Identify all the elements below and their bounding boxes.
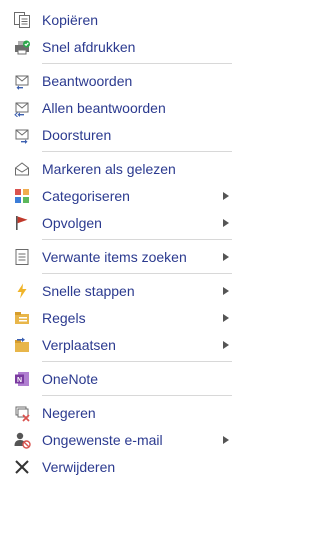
related-items-icon bbox=[12, 247, 32, 267]
menu-item-onenote[interactable]: N OneNote bbox=[0, 365, 240, 392]
onenote-icon: N bbox=[12, 369, 32, 389]
submenu-arrow-icon bbox=[220, 285, 232, 297]
submenu-arrow-icon bbox=[220, 190, 232, 202]
menu-item-label: Verwijderen bbox=[42, 458, 116, 475]
submenu-arrow-icon bbox=[220, 434, 232, 446]
menu-item-markeren[interactable]: Markeren als gelezen bbox=[0, 155, 240, 182]
follow-up-flag-icon bbox=[12, 213, 32, 233]
menu-item-label: Categoriseren bbox=[42, 187, 130, 204]
menu-item-label: Doorsturen bbox=[42, 126, 112, 143]
menu-item-ongewenste-email[interactable]: Ongewenste e-mail bbox=[0, 426, 240, 453]
menu-item-label: Verplaatsen bbox=[42, 336, 116, 353]
menu-item-snel-afdrukken[interactable]: Snel afdrukken bbox=[0, 33, 240, 60]
menu-item-label: Regels bbox=[42, 309, 86, 326]
copy-icon bbox=[12, 10, 32, 30]
menu-item-label: Negeren bbox=[42, 404, 96, 421]
menu-item-allen-beantwoorden[interactable]: Allen beantwoorden bbox=[0, 94, 240, 121]
submenu-arrow-icon bbox=[220, 217, 232, 229]
menu-separator bbox=[42, 239, 232, 240]
forward-icon bbox=[12, 125, 32, 145]
menu-separator bbox=[42, 273, 232, 274]
quick-steps-icon bbox=[12, 281, 32, 301]
menu-item-regels[interactable]: Regels bbox=[0, 304, 240, 331]
menu-separator bbox=[42, 395, 232, 396]
menu-separator bbox=[42, 151, 232, 152]
menu-item-beantwoorden[interactable]: Beantwoorden bbox=[0, 67, 240, 94]
junk-mail-icon bbox=[12, 430, 32, 450]
menu-item-verplaatsen[interactable]: Verplaatsen bbox=[0, 331, 240, 358]
menu-item-label: Allen beantwoorden bbox=[42, 99, 166, 116]
context-menu: Kopiëren Snel afdrukken Beantwoorden All… bbox=[0, 0, 240, 534]
menu-item-doorsturen[interactable]: Doorsturen bbox=[0, 121, 240, 148]
ignore-icon bbox=[12, 403, 32, 423]
menu-item-label: Snelle stappen bbox=[42, 282, 135, 299]
menu-item-label: Beantwoorden bbox=[42, 72, 133, 89]
mark-read-icon bbox=[12, 159, 32, 179]
submenu-arrow-icon bbox=[220, 251, 232, 263]
submenu-arrow-icon bbox=[220, 339, 232, 351]
menu-separator bbox=[42, 63, 232, 64]
menu-separator bbox=[42, 361, 232, 362]
menu-item-opvolgen[interactable]: Opvolgen bbox=[0, 209, 240, 236]
menu-item-label: Markeren als gelezen bbox=[42, 160, 176, 177]
menu-item-verwante-items[interactable]: Verwante items zoeken bbox=[0, 243, 240, 270]
menu-item-label: Snel afdrukken bbox=[42, 38, 136, 55]
menu-item-categoriseren[interactable]: Categoriseren bbox=[0, 182, 240, 209]
menu-item-label: Opvolgen bbox=[42, 214, 102, 231]
menu-item-negeren[interactable]: Negeren bbox=[0, 399, 240, 426]
menu-item-verwijderen[interactable]: Verwijderen bbox=[0, 453, 240, 480]
menu-item-label: Kopiëren bbox=[42, 11, 99, 28]
reply-icon bbox=[12, 71, 32, 91]
svg-text:N: N bbox=[17, 377, 22, 384]
categorize-icon bbox=[12, 186, 32, 206]
rules-icon bbox=[12, 308, 32, 328]
quick-print-icon bbox=[12, 37, 32, 57]
delete-icon bbox=[12, 457, 32, 477]
move-folder-icon bbox=[12, 335, 32, 355]
menu-item-label: Verwante items zoeken bbox=[42, 248, 187, 265]
menu-item-snelle-stappen[interactable]: Snelle stappen bbox=[0, 277, 240, 304]
reply-all-icon bbox=[12, 98, 32, 118]
menu-item-label: OneNote bbox=[42, 370, 99, 387]
menu-item-kopieren[interactable]: Kopiëren bbox=[0, 6, 240, 33]
submenu-arrow-icon bbox=[220, 312, 232, 324]
menu-item-label: Ongewenste e-mail bbox=[42, 431, 163, 448]
